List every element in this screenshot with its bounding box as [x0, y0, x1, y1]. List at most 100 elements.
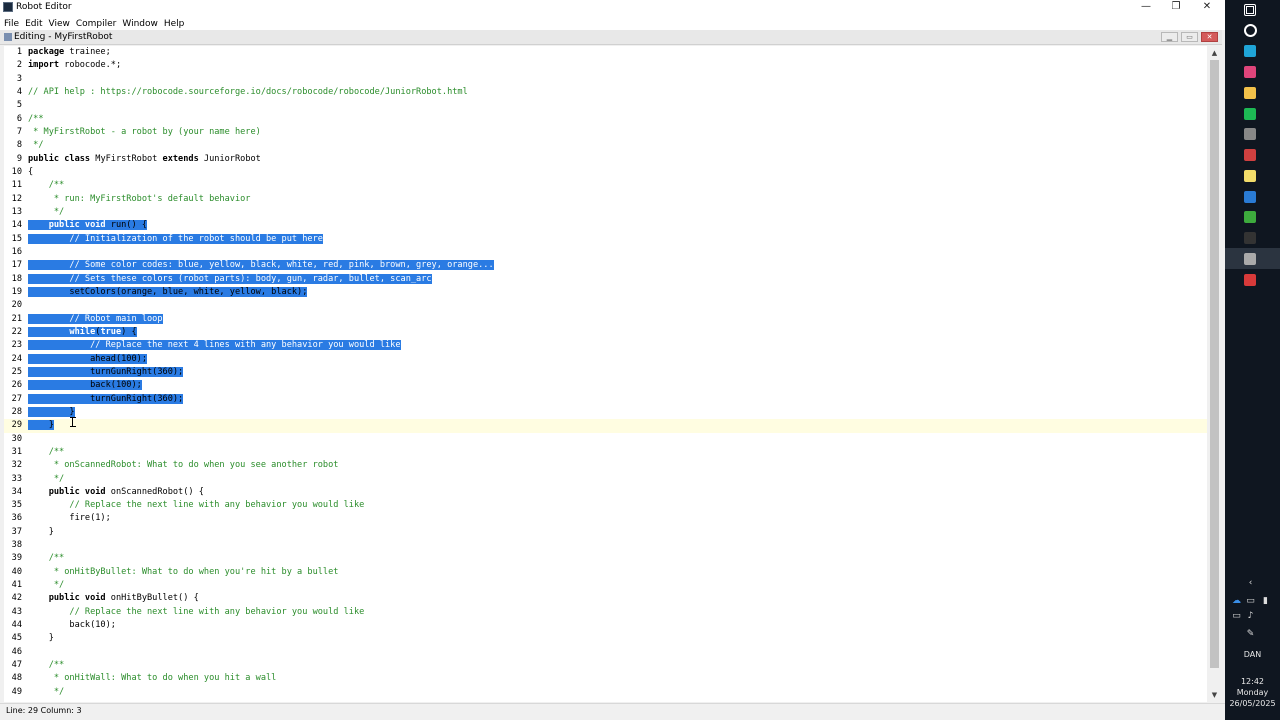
code-line[interactable]: 21 // Robot main loop [4, 313, 1207, 326]
robocode-icon[interactable] [1244, 253, 1256, 265]
scroll-up-icon[interactable]: ▲ [1207, 48, 1222, 58]
windows-start-icon[interactable] [1244, 4, 1256, 16]
code-line[interactable]: 23 // Replace the next 4 lines with any … [4, 339, 1207, 352]
app-icon[interactable] [1244, 128, 1256, 140]
code-line[interactable]: 6 /** [4, 113, 1207, 126]
frame-maximize-button[interactable]: ▭ [1181, 32, 1198, 42]
code-line[interactable]: 34 public void onScannedRobot() { [4, 486, 1207, 499]
clock-day[interactable]: Monday [1225, 688, 1280, 697]
volume-icon[interactable]: ♪ [1246, 612, 1255, 621]
line-number: 47 [11, 660, 22, 671]
clock-date[interactable]: 26/05/2025 [1225, 699, 1280, 708]
code-line[interactable]: 14 public void run() { [4, 219, 1207, 232]
code-line[interactable]: 37 } [4, 526, 1207, 539]
chevron-up-icon[interactable]: ‹ [1246, 579, 1255, 588]
terminal-icon[interactable] [1244, 232, 1256, 244]
code-line[interactable]: 25 turnGunRight(360); [4, 366, 1207, 379]
media-icon[interactable] [1244, 149, 1256, 161]
code-line[interactable]: 19 setColors(orange, blue, white, yellow… [4, 286, 1207, 299]
code-line[interactable]: 29 } [4, 419, 1207, 433]
code-line[interactable]: 31 /** [4, 446, 1207, 459]
code-line[interactable]: 15 // Initialization of the robot should… [4, 233, 1207, 246]
code-line[interactable]: 4 // API help : https://robocode.sourcefo… [4, 86, 1207, 99]
code-line[interactable]: 17 // Some color codes: blue, yellow, bl… [4, 259, 1207, 272]
search-icon[interactable] [1244, 24, 1257, 37]
code-line[interactable]: 3 [4, 73, 1207, 86]
code-line[interactable]: 2 import robocode.*; [4, 59, 1207, 72]
code-line[interactable]: 7 * MyFirstRobot - a robot by (your name… [4, 126, 1207, 139]
line-number: 26 [11, 380, 22, 391]
code-line[interactable]: 39 /** [4, 552, 1207, 565]
code-line[interactable]: 8 */ [4, 139, 1207, 152]
code-line[interactable]: 41 */ [4, 579, 1207, 592]
chrome-icon[interactable] [1244, 66, 1256, 78]
code-text: * onScannedRobot: What to do when you se… [28, 459, 339, 472]
edge-icon[interactable] [1244, 45, 1256, 57]
input-language[interactable]: DAN [1225, 650, 1280, 659]
code-line[interactable]: 27 turnGunRight(360); [4, 393, 1207, 406]
code-line[interactable]: 11 /** [4, 179, 1207, 192]
code-line[interactable]: 9 public class MyFirstRobot extends Junio… [4, 153, 1207, 166]
scroll-down-icon[interactable]: ▼ [1207, 690, 1222, 700]
line-number: 42 [11, 593, 22, 604]
code-text: back(100); [28, 379, 142, 392]
keyword-token: extends [162, 153, 199, 164]
code-line[interactable]: 45 } [4, 632, 1207, 645]
code-line[interactable]: 20 [4, 299, 1207, 312]
frame-close-button[interactable]: ✕ [1201, 32, 1218, 42]
comment-token: /** [28, 553, 65, 564]
maximize-button[interactable]: ❐ [1161, 0, 1191, 15]
scrollbar-thumb[interactable] [1210, 60, 1219, 668]
notepad-icon[interactable] [1244, 170, 1256, 182]
spotify-icon[interactable] [1244, 108, 1256, 120]
comment-token: */ [28, 473, 65, 484]
code-line[interactable]: 28 } [4, 406, 1207, 419]
code-line[interactable]: 5 [4, 99, 1207, 112]
code-line[interactable]: 26 back(100); [4, 379, 1207, 392]
microphone-icon[interactable]: ▮ [1261, 597, 1270, 606]
outlook-icon[interactable] [1244, 191, 1256, 203]
code-line[interactable]: 35 // Replace the next line with any beh… [4, 499, 1207, 512]
code-line[interactable]: 49 */ [4, 686, 1207, 699]
code-line[interactable]: 38 [4, 539, 1207, 552]
file-explorer-icon[interactable] [1244, 87, 1256, 99]
code-text: */ [28, 686, 64, 699]
network-icon[interactable]: ▭ [1232, 612, 1241, 621]
minimize-button[interactable]: — [1131, 0, 1161, 15]
code-line[interactable]: 42 public void onHitByBullet() { [4, 592, 1207, 605]
code-line[interactable]: 30 [4, 433, 1207, 446]
code-line[interactable]: 48 * onHitWall: What to do when you hit … [4, 672, 1207, 685]
frame-minimize-button[interactable]: ▁ [1161, 32, 1178, 42]
clock-time[interactable]: 12:42 [1225, 677, 1280, 686]
code-line[interactable]: 12 * run: MyFirstRobot's default behavio… [4, 193, 1207, 206]
code-line[interactable]: 18 // Sets these colors (robot parts): b… [4, 273, 1207, 286]
line-number: 41 [11, 580, 22, 591]
green-app-icon[interactable] [1244, 211, 1256, 223]
code-text: * onHitByBullet: What to do when you're … [28, 566, 339, 579]
code-line[interactable]: 10 { [4, 166, 1207, 179]
code-line[interactable]: 16 [4, 246, 1207, 259]
comment-token: * onHitWall: What to do when you hit a w… [28, 673, 277, 684]
close-button[interactable]: ✕ [1192, 0, 1222, 15]
onedrive-icon[interactable]: ☁ [1232, 597, 1241, 606]
code-token: robocode.*; [59, 60, 122, 71]
code-line[interactable]: 33 */ [4, 473, 1207, 486]
code-line[interactable]: 44 back(10); [4, 619, 1207, 632]
pen-icon[interactable]: ✎ [1246, 630, 1255, 639]
code-editor[interactable]: 1 package trainee; 2 import robocode.*; 3 4//… [4, 46, 1207, 702]
comment-token: // API help : https://robocode.sourcefor… [28, 86, 468, 97]
keyword-token: public void [28, 486, 106, 497]
code-line[interactable]: 24 ahead(100); [4, 353, 1207, 366]
code-line[interactable]: 13 */ [4, 206, 1207, 219]
red-app-icon[interactable] [1244, 274, 1256, 286]
code-line[interactable]: 47 /** [4, 659, 1207, 672]
code-line[interactable]: 32 * onScannedRobot: What to do when you… [4, 459, 1207, 472]
code-line[interactable]: 22 while(true) { [4, 326, 1207, 339]
vertical-scrollbar[interactable]: ▲ ▼ [1207, 46, 1222, 702]
code-line[interactable]: 43 // Replace the next line with any beh… [4, 606, 1207, 619]
battery-icon[interactable]: ▭ [1246, 597, 1255, 606]
code-line[interactable]: 1 package trainee; [4, 46, 1207, 59]
code-line[interactable]: 40 * onHitByBullet: What to do when you'… [4, 566, 1207, 579]
code-line[interactable]: 36 fire(1); [4, 512, 1207, 525]
code-line[interactable]: 46 [4, 646, 1207, 659]
